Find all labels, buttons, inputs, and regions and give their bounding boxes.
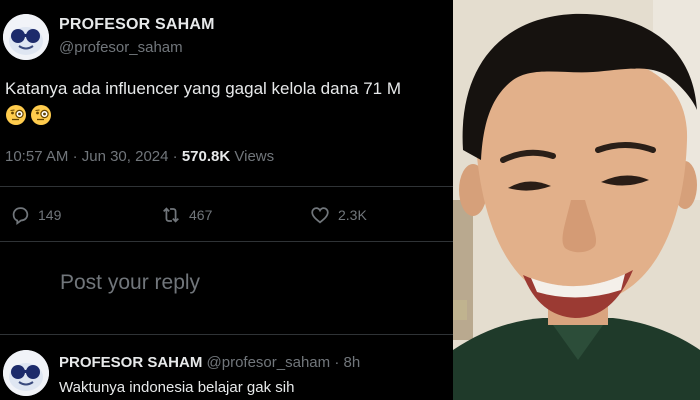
tweet-meta: 10:57 AM · Jun 30, 2024 · 570.8K Views	[5, 148, 274, 165]
views-count: 570.8K	[181, 148, 231, 165]
tweet-pane: PROFESOR SAHAM @profesor_saham Katanya a…	[0, 0, 453, 400]
divider	[0, 241, 453, 242]
views-label: Views	[234, 148, 275, 165]
repost-icon	[163, 207, 179, 223]
reply-text: Waktunya indonesia belajar gak sih	[59, 379, 295, 396]
divider	[0, 186, 453, 187]
face-with-monocle-emoji-icon	[6, 105, 26, 125]
reply-icon	[12, 207, 29, 225]
meta-separator: ·	[172, 148, 182, 165]
like-button[interactable]: 2.3K	[309, 204, 367, 226]
tweet-emojis	[5, 104, 52, 126]
divider	[0, 334, 453, 335]
repost-count: 467	[189, 207, 213, 223]
author-handle[interactable]: @profesor_saham	[59, 39, 183, 56]
meta-separator: ·	[72, 148, 82, 165]
repost-button[interactable]: 467	[160, 204, 212, 226]
tweet-date[interactable]: Jun 30, 2024	[82, 148, 169, 165]
reply-button[interactable]: 149	[9, 204, 61, 226]
reply-input[interactable]: Post your reply	[60, 271, 200, 295]
face-with-monocle-emoji-icon	[31, 105, 51, 125]
smiling-man-photo-icon	[453, 0, 700, 400]
tweet-time[interactable]: 10:57 AM	[5, 148, 68, 165]
reply-author-handle[interactable]: @profesor_saham	[207, 354, 331, 371]
tweet-text: Katanya ada influencer yang gagal kelola…	[5, 79, 402, 98]
photo-pane	[453, 0, 700, 400]
heart-icon	[311, 207, 329, 224]
avatar-cartoon-icon	[3, 350, 49, 396]
author-avatar[interactable]	[3, 14, 49, 60]
reply-header: PROFESOR SAHAM @profesor_saham · 8h	[59, 354, 360, 371]
reply-age[interactable]: 8h	[343, 354, 360, 371]
reply-author-avatar[interactable]	[3, 350, 49, 396]
like-count: 2.3K	[338, 207, 367, 223]
avatar-cartoon-icon	[3, 14, 49, 60]
reply-author-name[interactable]: PROFESOR SAHAM	[59, 354, 202, 371]
author-name[interactable]: PROFESOR SAHAM	[59, 16, 215, 34]
reply-count: 149	[38, 207, 62, 223]
